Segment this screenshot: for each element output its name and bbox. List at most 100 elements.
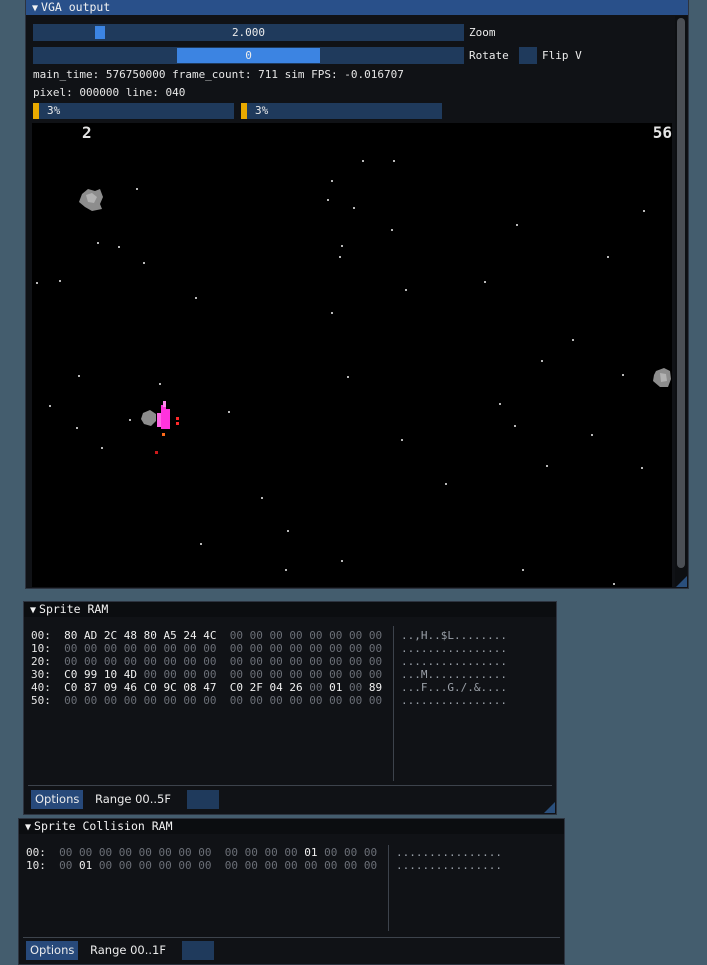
hex-byte[interactable]: 00 <box>64 694 77 707</box>
hex-byte[interactable]: 00 <box>349 629 362 642</box>
hex-byte[interactable]: 00 <box>198 859 211 872</box>
hex-byte[interactable]: 00 <box>349 681 362 694</box>
hex-byte[interactable]: 00 <box>124 642 137 655</box>
hex-byte[interactable]: 00 <box>324 859 337 872</box>
hex-byte[interactable]: 00 <box>349 655 362 668</box>
hex-byte[interactable]: C0 <box>144 681 157 694</box>
hex-byte[interactable]: 00 <box>329 642 342 655</box>
sprite-ram-titlebar[interactable]: ▼ Sprite RAM <box>24 602 556 617</box>
hex-byte[interactable]: 00 <box>183 642 196 655</box>
hex-byte[interactable]: 00 <box>203 655 216 668</box>
hex-byte[interactable]: 00 <box>203 668 216 681</box>
hex-byte[interactable]: 00 <box>104 655 117 668</box>
hex-byte[interactable]: 00 <box>225 846 238 859</box>
collision-ram-options-button[interactable]: Options <box>26 941 79 960</box>
hex-byte[interactable]: 00 <box>144 642 157 655</box>
hex-byte[interactable]: 00 <box>64 655 77 668</box>
hex-byte[interactable]: 00 <box>225 859 238 872</box>
hex-byte[interactable]: 00 <box>144 694 157 707</box>
hex-byte[interactable]: 00 <box>289 642 302 655</box>
hex-byte[interactable]: 00 <box>139 846 152 859</box>
hex-byte[interactable]: 9C <box>164 681 177 694</box>
hex-byte[interactable]: 00 <box>144 655 157 668</box>
hex-byte[interactable]: 00 <box>99 859 112 872</box>
hex-byte[interactable]: 10 <box>104 668 117 681</box>
hex-byte[interactable]: 00 <box>309 694 322 707</box>
hex-byte[interactable]: 80 <box>144 629 157 642</box>
hex-byte[interactable]: 00 <box>304 859 317 872</box>
hex-byte[interactable]: 00 <box>144 668 157 681</box>
collision-ram-range-input[interactable] <box>182 941 214 960</box>
hex-byte[interactable]: 00 <box>59 859 72 872</box>
hex-byte[interactable]: 99 <box>84 668 97 681</box>
hex-byte[interactable]: 2F <box>250 681 263 694</box>
hex-byte[interactable]: 00 <box>203 642 216 655</box>
hex-byte[interactable]: 00 <box>250 642 263 655</box>
hex-byte[interactable]: 00 <box>250 694 263 707</box>
hex-byte[interactable]: 00 <box>289 629 302 642</box>
hex-byte[interactable]: 00 <box>289 668 302 681</box>
vga-scrollbar[interactable] <box>675 16 687 586</box>
hex-byte[interactable]: 00 <box>250 629 263 642</box>
hex-byte[interactable]: 00 <box>84 655 97 668</box>
hex-byte[interactable]: 00 <box>164 694 177 707</box>
hex-byte[interactable]: 26 <box>289 681 302 694</box>
hex-byte[interactable]: 00 <box>230 694 243 707</box>
hex-byte[interactable]: 00 <box>230 642 243 655</box>
hex-byte[interactable]: 00 <box>270 668 283 681</box>
hex-byte[interactable]: 00 <box>289 694 302 707</box>
hex-byte[interactable]: 00 <box>119 859 132 872</box>
hex-byte[interactable]: 00 <box>230 655 243 668</box>
hex-byte[interactable]: 00 <box>329 668 342 681</box>
hex-byte[interactable]: C0 <box>64 681 77 694</box>
hex-byte[interactable]: 24 <box>183 629 196 642</box>
hex-byte[interactable]: 00 <box>369 694 382 707</box>
hex-byte[interactable]: 00 <box>309 655 322 668</box>
hex-byte[interactable]: 00 <box>270 642 283 655</box>
hex-byte[interactable]: 00 <box>230 668 243 681</box>
hex-byte[interactable]: 00 <box>284 846 297 859</box>
hex-byte[interactable]: C0 <box>230 681 243 694</box>
hex-byte[interactable]: 2C <box>104 629 117 642</box>
zoom-slider[interactable]: 2.000 <box>33 24 464 41</box>
hex-byte[interactable]: A5 <box>164 629 177 642</box>
hex-byte[interactable]: 00 <box>164 642 177 655</box>
hex-byte[interactable]: 00 <box>284 859 297 872</box>
hex-byte[interactable]: 00 <box>245 859 258 872</box>
hex-byte[interactable]: 00 <box>159 846 172 859</box>
collapse-triangle-icon[interactable]: ▼ <box>25 822 31 833</box>
flip-v-checkbox[interactable] <box>519 47 537 64</box>
vga-scrollbar-thumb[interactable] <box>677 18 685 568</box>
hex-byte[interactable]: 00 <box>119 846 132 859</box>
hex-byte[interactable]: 00 <box>139 859 152 872</box>
hex-byte[interactable]: 00 <box>270 694 283 707</box>
vga-resize-grip[interactable] <box>676 576 687 587</box>
hex-byte[interactable]: AD <box>84 629 97 642</box>
hex-byte[interactable]: 00 <box>104 642 117 655</box>
hex-byte[interactable]: 00 <box>309 629 322 642</box>
sprite-ram-options-button[interactable]: Options <box>31 790 84 809</box>
hex-byte[interactable]: 47 <box>203 681 216 694</box>
hex-byte[interactable]: 00 <box>183 668 196 681</box>
hex-byte[interactable]: 00 <box>270 655 283 668</box>
hex-byte[interactable]: 00 <box>84 694 97 707</box>
hex-byte[interactable]: 00 <box>309 681 322 694</box>
hex-byte[interactable]: 01 <box>79 859 92 872</box>
hex-byte[interactable]: 4D <box>124 668 137 681</box>
hex-byte[interactable]: 00 <box>270 629 283 642</box>
hex-byte[interactable]: 00 <box>369 668 382 681</box>
collapse-triangle-icon[interactable]: ▼ <box>30 605 36 616</box>
hex-byte[interactable]: 89 <box>369 681 382 694</box>
vga-output-titlebar[interactable]: ▼ VGA output <box>26 0 688 15</box>
collision-ram-titlebar[interactable]: ▼ Sprite Collision RAM <box>19 819 564 834</box>
hex-byte[interactable]: 00 <box>349 642 362 655</box>
hex-byte[interactable]: 00 <box>364 859 377 872</box>
hex-byte[interactable]: 00 <box>309 642 322 655</box>
hex-byte[interactable]: 00 <box>124 655 137 668</box>
hex-byte[interactable]: 00 <box>369 629 382 642</box>
hex-byte[interactable]: 80 <box>64 629 77 642</box>
hex-byte[interactable]: 00 <box>178 846 191 859</box>
hex-byte[interactable]: 00 <box>250 668 263 681</box>
hex-byte[interactable]: 00 <box>59 846 72 859</box>
hex-byte[interactable]: 09 <box>104 681 117 694</box>
